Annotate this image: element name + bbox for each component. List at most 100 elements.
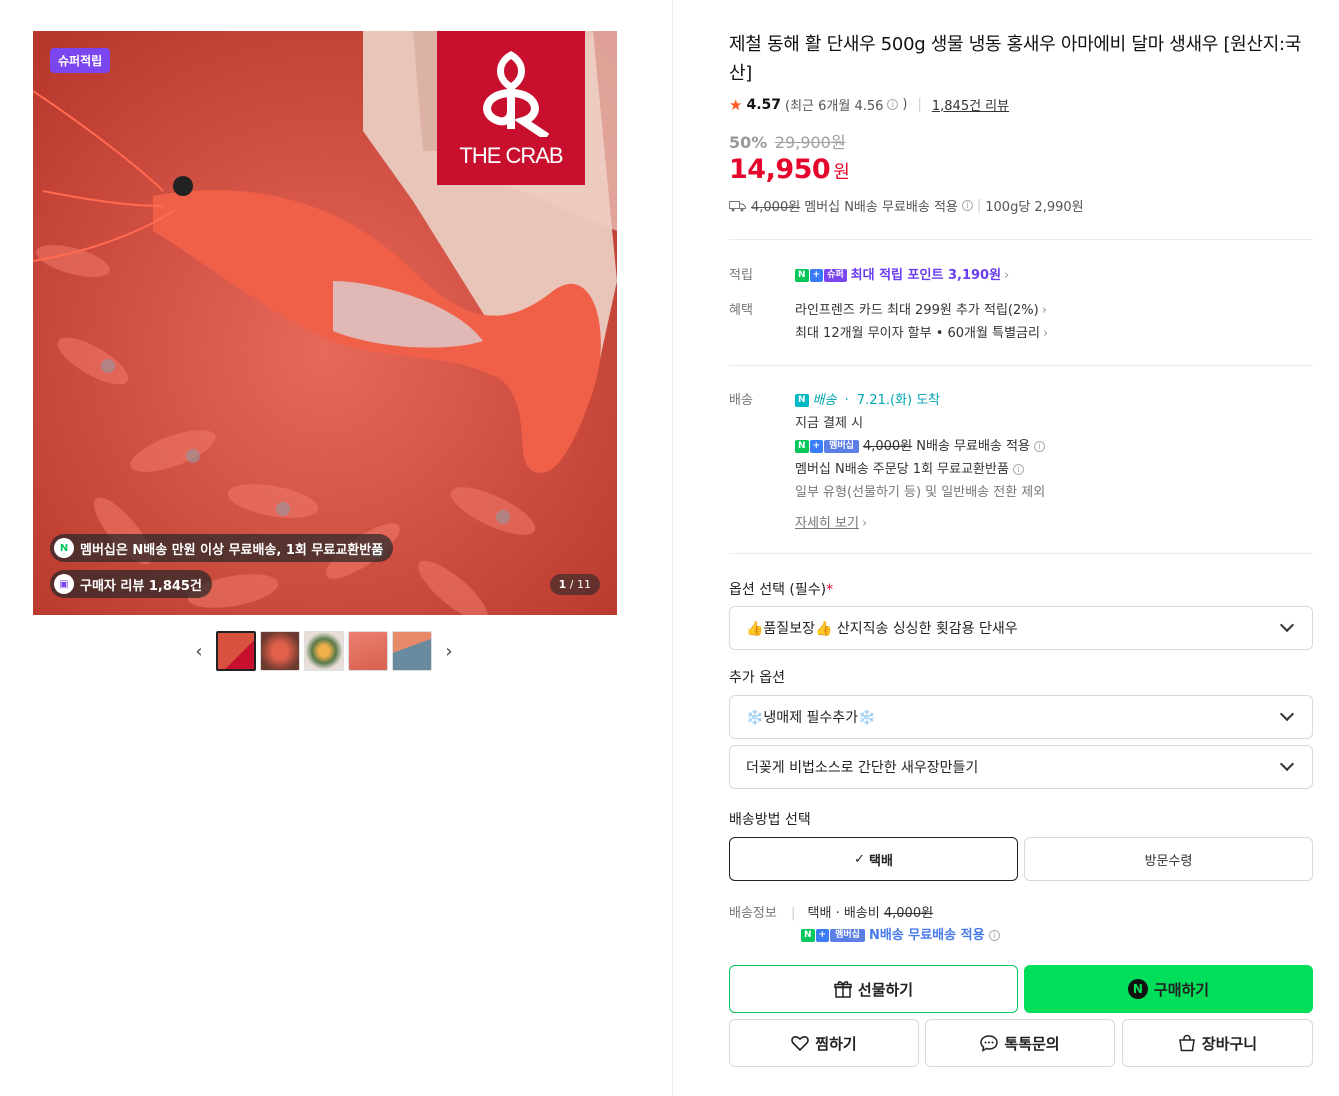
thumbnail-strip: ‹ › (186, 631, 462, 671)
ship-info-text: 택배 · 배송비 (807, 906, 880, 921)
delivery-line-3-row: 멤버십 N배송 주문당 1회 무료교환반품 i (795, 458, 1025, 477)
info-icon[interactable]: i (1013, 464, 1025, 475)
dot-separator: · (844, 393, 849, 408)
delivery-line-3: 멤버십 N배송 주문당 1회 무료교환반품 (795, 462, 1009, 477)
star-icon: ★ (729, 95, 743, 114)
thumbnail-1[interactable] (216, 631, 256, 671)
ship-info-label: 배송정보 (729, 906, 777, 921)
gift-icon (834, 981, 852, 998)
member-tag: 멤버십 (824, 440, 859, 453)
ship-text: 멤버십 N배송 무료배송 적용 (804, 200, 958, 215)
info-icon[interactable]: i (961, 200, 973, 211)
info-icon[interactable]: i (988, 930, 1000, 941)
chevron-right-icon: › (861, 516, 868, 531)
original-price: 29,900원 (774, 133, 846, 152)
naver-n-icon: N (1127, 979, 1148, 999)
review-promo-text: 구매자 리뷰 1,845건 (80, 578, 202, 594)
talk-inquiry-label: 톡톡문의 (1004, 1034, 1060, 1053)
separator: | (976, 198, 982, 213)
membership-promo-pill[interactable]: N 멤버십은 N배송 만원 이상 무료배송, 1회 무료교환반품 (50, 534, 394, 562)
brand-logo-text: THE CRAB (459, 143, 563, 168)
benefit-installment-text: 최대 12개월 무이자 할부 • 60개월 특별금리 (795, 326, 1040, 341)
review-promo-pill[interactable]: ▣ 구매자 리뷰 1,845건 (50, 570, 212, 598)
benefit-card-text: 라인프렌즈 카드 최대 299원 추가 적립(2%) (795, 303, 1039, 318)
section-divider (729, 365, 1313, 366)
delivery-member-row: N + 멤버십 4,000원 N배송 무료배송 적용 i (795, 435, 1046, 454)
points-text: 최대 적립 포인트 3,190원 (850, 268, 1002, 283)
chevron-down-icon (1279, 706, 1295, 722)
extra-option-value-2: 더꽂게 비법소스로 간단한 새우장만들기 (746, 760, 979, 776)
required-option-value: 👍품질보장👍 산지직송 싱싱한 횟감용 단새우 (746, 621, 1018, 637)
cart-label: 장바구니 (1201, 1034, 1258, 1053)
chevron-right-icon: › (1004, 268, 1010, 283)
next-image-arrow-icon[interactable]: › (436, 631, 462, 671)
sale-price-value: 14,950 (729, 154, 831, 185)
required-option-title-text: 옵션 선택 (필수) (729, 582, 827, 598)
n-delivery-tag-icon: N (795, 394, 809, 407)
panel-divider (672, 0, 673, 1096)
points-label: 적립 (729, 268, 753, 283)
delivery-label: 배송 (729, 393, 753, 408)
info-icon[interactable]: i (1034, 441, 1046, 452)
prev-image-arrow-icon[interactable]: ‹ (186, 631, 212, 671)
truck-icon (729, 200, 746, 211)
gift-label: 선물하기 (857, 980, 914, 999)
check-icon: ✓ (854, 851, 865, 867)
delivery-fee-old: 4,000원 (862, 439, 913, 454)
n-delivery-tag: N (795, 394, 809, 407)
image-counter-current: 1 (558, 578, 567, 591)
n-plus-member-tag: N + 멤버십 (795, 440, 859, 453)
required-option-select[interactable]: 👍품질보장👍 산지직송 싱싱한 횟감용 단새우 (729, 606, 1313, 650)
thumbnail-4[interactable] (348, 631, 388, 671)
wish-label: 찜하기 (815, 1034, 857, 1053)
image-counter: 1 / 11 (549, 574, 600, 595)
thumbnail-5[interactable] (392, 631, 432, 671)
plus-tag: + (809, 269, 824, 282)
sale-price-currency: 원 (833, 162, 850, 183)
section-divider (729, 553, 1313, 554)
rating-recent-close: ) (902, 97, 908, 112)
required-mark: * (826, 582, 834, 598)
thumbnail-3[interactable] (304, 631, 344, 671)
delivery-more-text: 자세히 보기 (795, 516, 859, 531)
section-divider (729, 239, 1313, 240)
benefit-card-row[interactable]: 라인프렌즈 카드 최대 299원 추가 적립(2%) › (795, 299, 1047, 318)
extra-option-title: 추가 옵션 (729, 670, 785, 686)
info-icon[interactable]: i (887, 99, 899, 110)
benefit-installment-row[interactable]: 최대 12개월 무이자 할부 • 60개월 특별금리 › (795, 322, 1048, 341)
delivery-line-4: 일부 유형(선물하기 등) 및 일반배송 전환 제외 (795, 485, 1046, 500)
chevron-down-icon (1279, 756, 1295, 772)
separator: | (791, 906, 796, 921)
n-plus-member-tag: N + 멤버십 (801, 929, 865, 942)
chevron-down-icon (1279, 617, 1295, 633)
extra-option-value-1: ❄️냉매제 필수추가❄️ (746, 710, 876, 726)
delivery-arrival-row: N 배송 · 7.21.(화) 도착 (795, 389, 940, 408)
delivery-line-1: 지금 결제 시 (795, 416, 864, 431)
super-points-badge: 슈퍼적립 (50, 48, 111, 73)
talk-inquiry-button[interactable]: 톡톡문의 (925, 1019, 1115, 1067)
ship-info-fee: 4,000원 (883, 906, 934, 921)
review-count-link[interactable]: 1,845건 리뷰 (932, 95, 1009, 114)
ship-method-pickup-button[interactable]: 방문수령 (1024, 837, 1313, 881)
ship-method-parcel-label: 택배 (868, 853, 893, 869)
wish-button[interactable]: 찜하기 (729, 1019, 919, 1067)
gift-button[interactable]: 선물하기 (729, 965, 1018, 1013)
discount-percent: 50% (729, 133, 768, 152)
points-row[interactable]: N + 슈퍼 최대 적립 포인트 3,190원 › (795, 264, 1009, 283)
chevron-right-icon: › (1042, 326, 1049, 341)
heart-icon (791, 1036, 810, 1051)
buy-button[interactable]: N 구매하기 (1024, 965, 1313, 1013)
thumbnail-2[interactable] (260, 631, 300, 671)
extra-option-select-2[interactable]: 더꽂게 비법소스로 간단한 새우장만들기 (729, 745, 1313, 789)
product-main-image[interactable]: 슈퍼적립 THE CRAB N 멤버십은 N배송 만원 이상 무료배송, 1회 … (33, 31, 617, 615)
discount-row: 50% 29,900원 (729, 129, 846, 153)
rating-recent: (최근 6개월 4.56 (785, 99, 884, 114)
rating-score: 4.57 (746, 96, 781, 113)
image-counter-total: / 11 (569, 578, 591, 591)
cart-button[interactable]: 장바구니 (1122, 1019, 1313, 1067)
extra-option-select-1[interactable]: ❄️냉매제 필수추가❄️ (729, 695, 1313, 739)
delivery-more-link[interactable]: 자세히 보기 › (795, 512, 867, 531)
ship-method-parcel-button[interactable]: ✓ 택배 (729, 837, 1018, 881)
member-tag: 멤버십 (830, 929, 865, 942)
unit-price: 100g당 2,990원 (985, 200, 1084, 215)
